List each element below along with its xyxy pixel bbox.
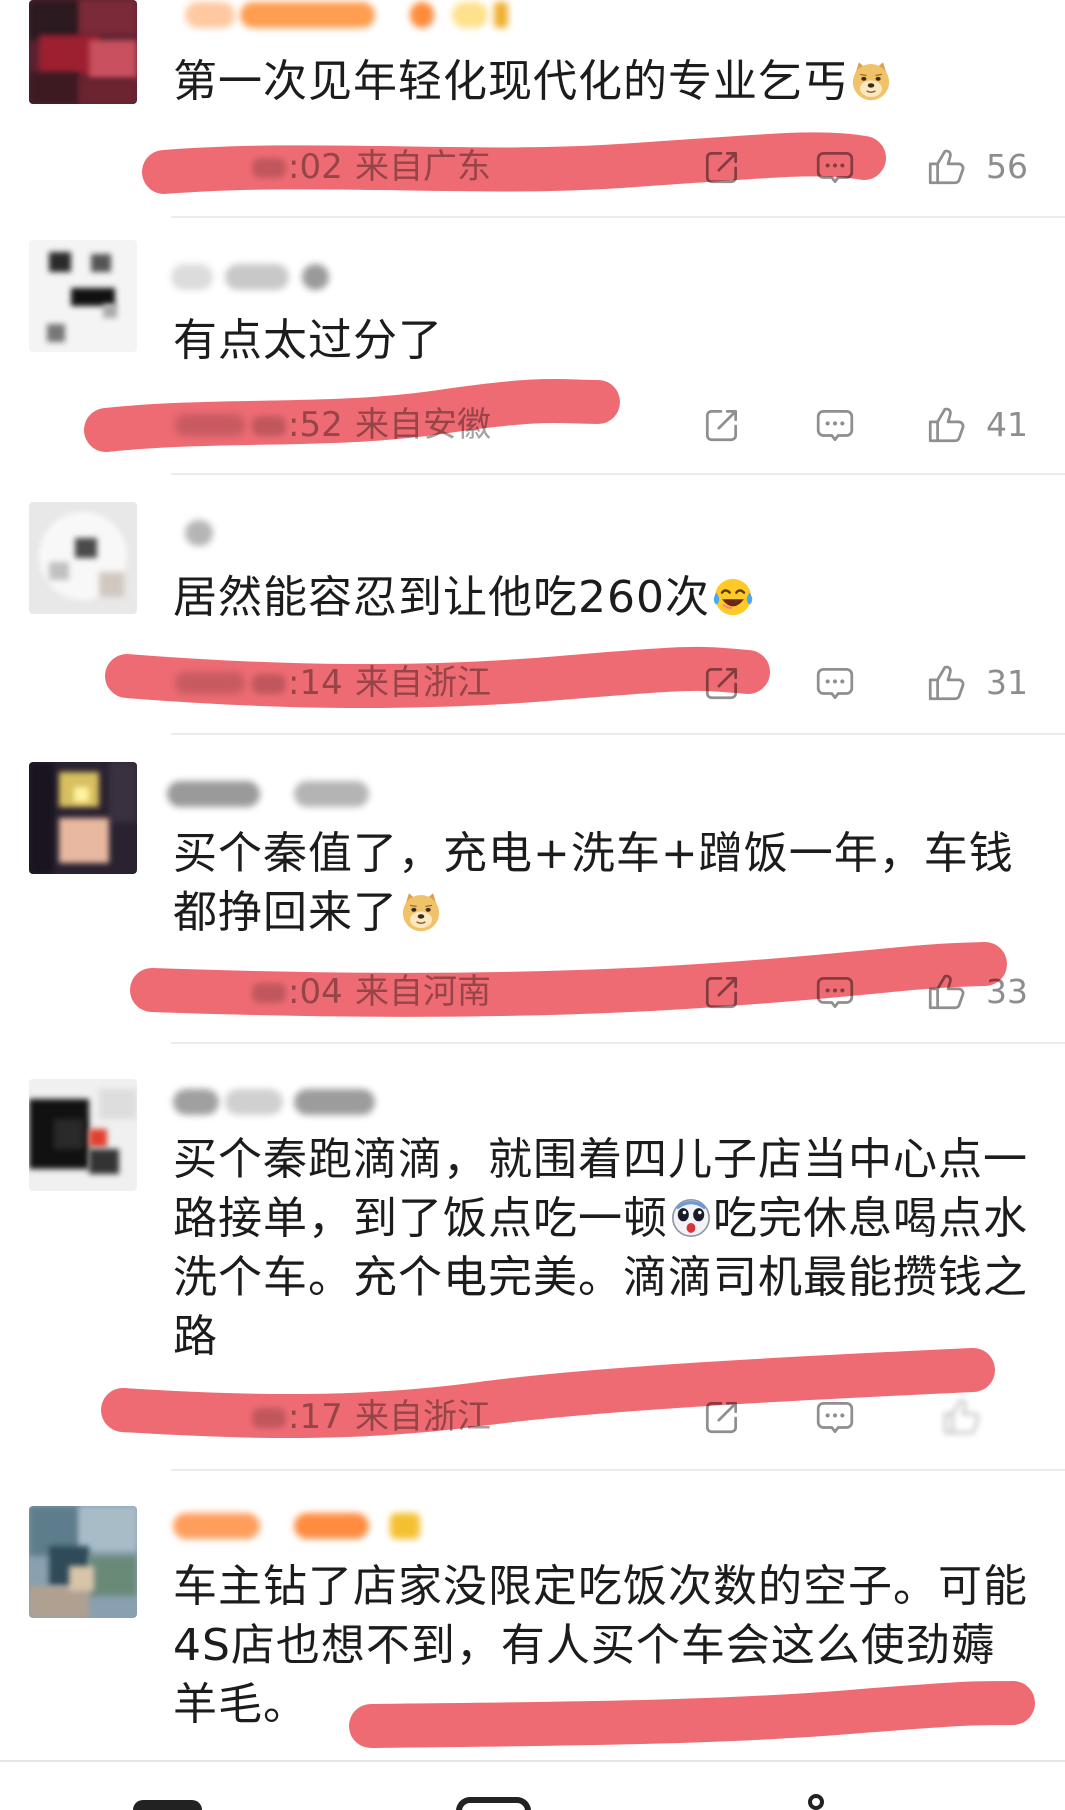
comment-text-segment: 车主钻了店家没限定吃饭次数的空子。可能 — [173, 1561, 1028, 1612]
comment-text-line: 居然能容忍到让他吃260次 — [173, 568, 755, 627]
like-icon[interactable] — [925, 662, 967, 704]
comment-text: 有点太过分了 — [173, 311, 443, 370]
like-icon[interactable] — [940, 1396, 982, 1438]
comment-text-line: 洗个车。充个电完美。滴滴司机最能攒钱之 — [173, 1248, 1028, 1307]
comment-text-line: 买个秦跑滴滴，就围着四儿子店当中心点一 — [173, 1130, 1028, 1189]
avatar[interactable] — [29, 502, 137, 614]
share-icon[interactable] — [701, 146, 743, 188]
doge-emoji-icon — [399, 890, 443, 934]
comment-item: 车主钻了店家没限定吃饭次数的空子。可能 4S店也想不到，有人买个车会这么使劲薅 … — [0, 1469, 1065, 1760]
comment-item: 有点太过分了 :52 来自安徽 41 — [0, 216, 1065, 475]
comment-icon[interactable] — [814, 971, 856, 1013]
comment-text-line: 路接单，到了饭点吃一顿 吃完休息喝点水 — [173, 1189, 1028, 1248]
comment-text: 居然能容忍到让他吃260次 — [173, 568, 755, 627]
comment-meta: :02 来自广东 56 — [0, 144, 1065, 190]
comment-text-line: 4S店也想不到，有人买个车会这么使劲薅 — [173, 1616, 1028, 1675]
share-icon[interactable] — [701, 662, 743, 704]
username-blurred[interactable] — [0, 781, 1065, 807]
comment-meta: :14 来自浙江 31 — [0, 660, 1065, 706]
username-blurred[interactable] — [0, 2, 1065, 28]
time-prefix-blurred — [252, 158, 286, 178]
time-prefix-blurred — [175, 414, 245, 436]
avatar[interactable] — [29, 762, 137, 874]
comment-icon[interactable] — [814, 662, 856, 704]
comment-text-line: 车主钻了店家没限定吃饭次数的空子。可能 — [173, 1557, 1028, 1616]
comment-meta: :04 来自河南 33 — [0, 969, 1065, 1015]
comment-text-line: 都挣回来了 — [173, 883, 1014, 942]
comment-location: 来自浙江 — [355, 663, 491, 703]
comment-text: 买个秦值了，充电+洗车+蹭饭一年，车钱 都挣回来了 — [173, 824, 1014, 942]
avatar[interactable] — [29, 240, 137, 352]
comment-location: 来自河南 — [355, 972, 491, 1012]
doge-emoji-icon — [849, 59, 893, 103]
comment-time: :04 — [288, 972, 343, 1012]
like-icon[interactable] — [925, 404, 967, 446]
comment-text-segment: 有点太过分了 — [173, 315, 443, 366]
bottom-toolbar — [0, 1760, 1065, 1810]
comment-text-segment: 路接单，到了饭点吃一顿 — [173, 1193, 668, 1244]
comment-text-line: 羊毛。 — [173, 1675, 1028, 1734]
like-count[interactable]: 31 — [986, 660, 1028, 706]
comment-time: :02 — [288, 147, 343, 187]
comment-location: 来自广东 — [355, 147, 491, 187]
like-count[interactable]: 56 — [986, 144, 1028, 190]
comment-text-segment: 居然能容忍到让他吃260次 — [173, 572, 710, 623]
comment-text-segment: 羊毛。 — [173, 1679, 308, 1730]
comment-text-line: 第一次见年轻化现代化的专业乞丐 — [173, 52, 893, 111]
comment-time: :14 — [288, 663, 343, 703]
time-prefix-blurred — [252, 416, 286, 436]
comment-item: 第一次见年轻化现代化的专业乞丐 :02 来自广东 56 — [0, 0, 1065, 218]
like-count[interactable]: 41 — [986, 402, 1028, 448]
comment-location: 来自浙江 — [355, 1397, 491, 1437]
comment-icon[interactable] — [814, 1396, 856, 1438]
share-icon[interactable] — [701, 404, 743, 446]
comment-meta: :17 来自浙江 — [0, 1394, 1065, 1440]
comment-location: 来自安徽 — [355, 405, 491, 445]
like-icon[interactable] — [925, 971, 967, 1013]
comment-text-line: 买个秦值了，充电+洗车+蹭饭一年，车钱 — [173, 824, 1014, 883]
username-blurred[interactable] — [0, 264, 1065, 290]
comment-item: 买个秦值了，充电+洗车+蹭饭一年，车钱 都挣回来了 :04 来自河南 33 — [0, 733, 1065, 1044]
comment-text-segment: 吃完休息喝点水 — [713, 1193, 1028, 1244]
comment-time: :17 — [288, 1397, 343, 1437]
comment-item: 居然能容忍到让他吃260次 :14 来自浙江 31 — [0, 473, 1065, 735]
like-count[interactable]: 33 — [986, 969, 1028, 1015]
comment-text: 车主钻了店家没限定吃饭次数的空子。可能 4S店也想不到，有人买个车会这么使劲薅 … — [173, 1557, 1028, 1734]
share-icon[interactable] — [701, 971, 743, 1013]
toolbar-icon[interactable] — [456, 1797, 531, 1810]
comment-item: 买个秦跑滴滴，就围着四儿子店当中心点一 路接单，到了饭点吃一顿 吃完休息喝点水 洗… — [0, 1042, 1065, 1471]
comment-meta: :52 来自安徽 41 — [0, 402, 1065, 448]
comment-text: 第一次见年轻化现代化的专业乞丐 — [173, 52, 893, 111]
comment-text-line: 有点太过分了 — [173, 311, 443, 370]
share-icon[interactable] — [701, 1396, 743, 1438]
time-prefix-blurred — [252, 983, 286, 1003]
comment-text-segment: 洗个车。充个电完美。滴滴司机最能攒钱之 — [173, 1252, 1028, 1303]
comment-icon[interactable] — [814, 146, 856, 188]
comment-text-segment: 路 — [173, 1311, 218, 1362]
comment-text: 买个秦跑滴滴，就围着四儿子店当中心点一 路接单，到了饭点吃一顿 吃完休息喝点水 洗… — [173, 1130, 1028, 1366]
comment-text-segment: 买个秦值了，充电+洗车+蹭饭一年，车钱 — [173, 828, 1014, 879]
like-icon[interactable] — [925, 146, 967, 188]
time-prefix-blurred — [252, 674, 286, 694]
comment-text-segment: 都挣回来了 — [173, 887, 398, 938]
toolbar-icon[interactable] — [808, 1794, 824, 1810]
toolbar-icon[interactable] — [133, 1800, 202, 1810]
comment-icon[interactable] — [814, 404, 856, 446]
comment-time: :52 — [288, 405, 343, 445]
comment-text-line: 路 — [173, 1307, 1028, 1366]
username-blurred[interactable] — [0, 1089, 1065, 1115]
time-prefix-blurred — [175, 672, 245, 694]
comment-text-segment: 买个秦跑滴滴，就围着四儿子店当中心点一 — [173, 1134, 1028, 1185]
username-blurred[interactable] — [0, 1513, 1065, 1539]
username-blurred[interactable] — [0, 520, 1065, 546]
comment-text-segment: 4S店也想不到，有人买个车会这么使劲薅 — [173, 1620, 996, 1671]
time-prefix-blurred — [252, 1408, 286, 1428]
laugh-cry-emoji-icon — [711, 575, 755, 619]
comment-text-segment: 第一次见年轻化现代化的专业乞丐 — [173, 56, 848, 107]
scared-emoji-icon — [669, 1196, 713, 1240]
